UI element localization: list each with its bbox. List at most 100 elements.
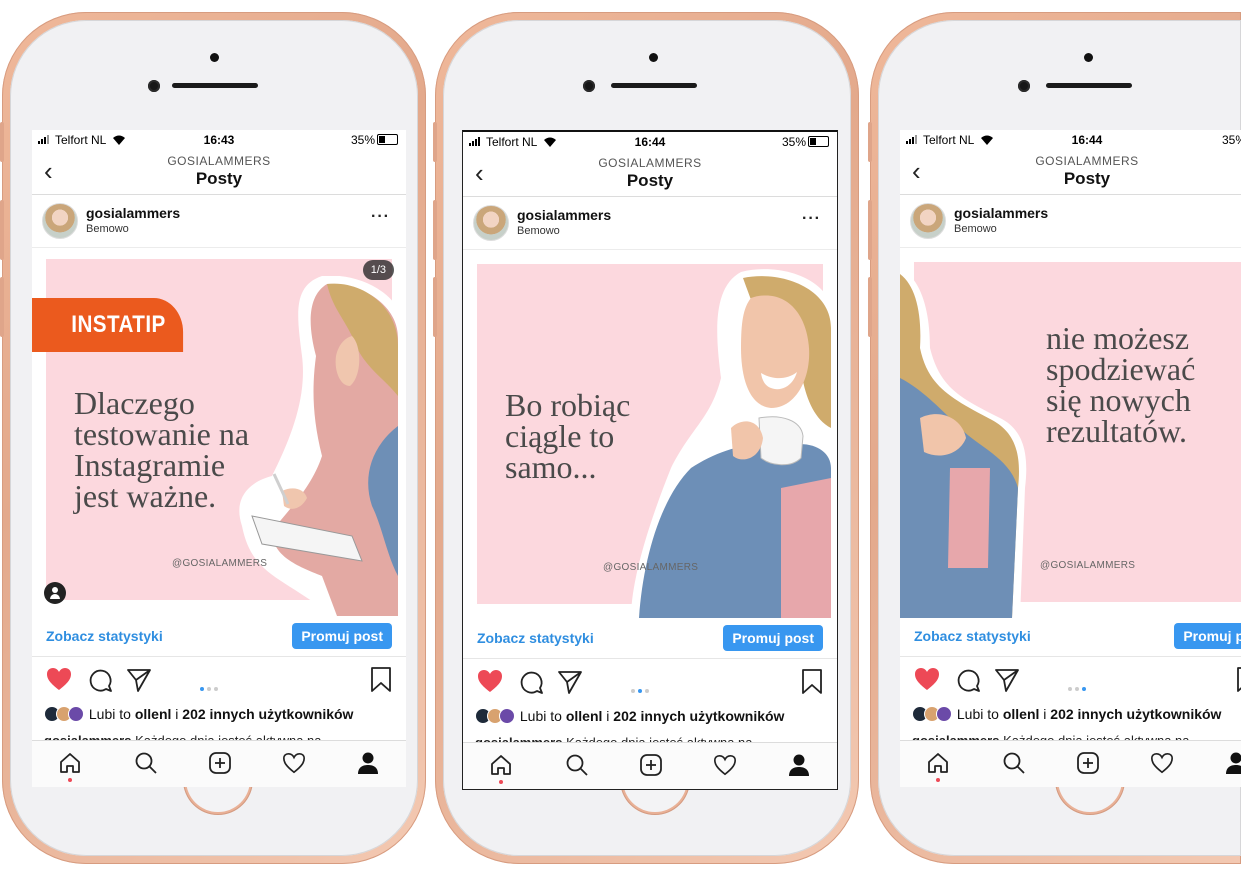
likes-user[interactable]: ollenl <box>566 708 603 724</box>
search-icon[interactable] <box>134 751 158 775</box>
likes-middle: i <box>606 708 610 724</box>
more-options-icon[interactable]: ··· <box>371 208 390 226</box>
slide-handle: @GOSIALAMMERS <box>603 562 699 573</box>
battery-icon <box>808 136 829 147</box>
share-icon[interactable] <box>994 667 1020 693</box>
likes-user[interactable]: ollenl <box>135 706 172 722</box>
clock: 16:44 <box>634 135 666 149</box>
heart-filled-icon[interactable] <box>477 669 503 693</box>
home-icon[interactable] <box>58 751 82 775</box>
promote-button[interactable]: Promuj post <box>292 623 392 649</box>
comment-icon[interactable] <box>955 667 981 693</box>
likes-others[interactable]: 202 innych użytkowników <box>182 706 353 722</box>
nav-bar: ‹ GOSIALAMMERS Posty <box>900 150 1241 195</box>
post-location[interactable]: Bemowo <box>86 223 129 235</box>
add-post-icon[interactable] <box>208 751 232 775</box>
active-tab-dot <box>936 778 940 782</box>
front-sensor <box>1084 53 1093 62</box>
share-icon[interactable] <box>557 669 583 695</box>
profile-icon[interactable] <box>1224 751 1241 775</box>
profile-icon[interactable] <box>787 753 811 777</box>
chevron-left-icon[interactable]: ‹ <box>44 156 53 186</box>
insights-row: Zobacz statystyki Promuj post <box>463 618 837 659</box>
chevron-left-icon[interactable]: ‹ <box>475 158 484 188</box>
post-location[interactable]: Bemowo <box>954 223 997 235</box>
avatar[interactable] <box>42 203 78 239</box>
search-icon[interactable] <box>565 753 589 777</box>
nav-title: Posty <box>626 171 674 190</box>
view-insights-link[interactable]: Zobacz statystyki <box>477 630 594 646</box>
post-image[interactable]: nie możesz spodziewać się nowych rezulta… <box>900 248 1241 618</box>
bookmark-icon[interactable] <box>801 669 823 695</box>
more-options-icon[interactable]: ··· <box>802 210 821 228</box>
search-icon[interactable] <box>1002 751 1026 775</box>
add-post-icon[interactable] <box>639 753 663 777</box>
home-icon[interactable] <box>926 751 950 775</box>
carousel-dots <box>1068 678 1089 696</box>
heart-outline-icon[interactable] <box>282 751 306 775</box>
carousel-dot <box>638 689 642 693</box>
comment-icon[interactable] <box>518 669 544 695</box>
likes-line[interactable]: Lubi to ollenl i 202 innych użytkowników <box>475 708 784 727</box>
carousel-dot <box>1075 687 1079 691</box>
post-username[interactable]: gosialammers <box>86 205 180 221</box>
phone-mockup-1: Telfort NL 16:43 35% ‹ GOSIALAMMERS Post… <box>0 12 426 864</box>
likes-line[interactable]: Lubi to ollenl i 202 innych użytkowników <box>44 706 353 725</box>
share-icon[interactable] <box>126 667 152 693</box>
post-location[interactable]: Bemowo <box>517 225 560 237</box>
bookmark-icon[interactable] <box>370 667 392 693</box>
avatar[interactable] <box>473 205 509 241</box>
heart-filled-icon[interactable] <box>46 667 72 691</box>
likes-prefix: Lubi to <box>88 706 131 722</box>
nav-bar: ‹ GOSIALAMMERS Posty <box>463 152 837 197</box>
heart-filled-icon[interactable] <box>914 667 940 691</box>
slide-text-line: nie możesz <box>1046 320 1190 356</box>
add-post-icon[interactable] <box>1076 751 1100 775</box>
side-button <box>433 277 437 337</box>
likes-user[interactable]: ollenl <box>1003 706 1040 722</box>
avatar[interactable] <box>910 203 946 239</box>
side-button <box>433 122 437 162</box>
likes-middle: i <box>175 706 179 722</box>
post-username[interactable]: gosialammers <box>517 207 611 223</box>
heart-outline-icon[interactable] <box>1150 751 1174 775</box>
clock: 16:43 <box>203 133 235 147</box>
tagged-people-icon[interactable] <box>44 582 66 604</box>
post-image[interactable]: Bo robiąc ciągle to samo... @GOSIALAMMER… <box>463 250 837 618</box>
carousel-dot <box>1082 687 1086 691</box>
side-button <box>0 277 4 337</box>
likes-prefix: Lubi to <box>519 708 562 724</box>
carousel-dot <box>214 687 218 691</box>
likes-others[interactable]: 202 innych użytkowników <box>1050 706 1221 722</box>
likes-others[interactable]: 202 innych użytkowników <box>613 708 784 724</box>
promote-button[interactable]: Promuj post <box>1174 623 1241 649</box>
bookmark-icon[interactable] <box>1236 667 1241 693</box>
likes-line[interactable]: Lubi to ollenl i 202 innych użytkowników <box>912 706 1221 725</box>
home-icon[interactable] <box>489 753 513 777</box>
earpiece-speaker <box>172 83 258 88</box>
slide-text-line: samo... <box>505 449 597 485</box>
post-image[interactable]: INSTATIP Dlaczego testowanie na Instagra… <box>32 248 406 616</box>
battery-icon <box>377 134 398 145</box>
slide-text: Bo robiąc ciągle to samo... <box>505 389 630 485</box>
side-button <box>868 200 872 260</box>
comment-icon[interactable] <box>87 667 113 693</box>
slide-text-line: testowanie na <box>74 416 250 452</box>
slide-text-line: spodziewać <box>1046 351 1196 387</box>
post-username[interactable]: gosialammers <box>954 205 1048 221</box>
slide-text-line: Instagramie <box>74 447 226 483</box>
view-insights-link[interactable]: Zobacz statystyki <box>914 628 1031 644</box>
carousel-dot <box>631 689 635 693</box>
slide-handle: @GOSIALAMMERS <box>172 558 268 569</box>
slide-text: nie możesz spodziewać się nowych rezulta… <box>1046 320 1196 447</box>
carousel-dots <box>200 678 221 696</box>
instagram-screen: Telfort NL 16:44 35% ‹ GOSIALAMMERS Post… <box>462 130 838 790</box>
slide-text: Dlaczego testowanie na Instagramie jest … <box>74 387 250 512</box>
chevron-left-icon[interactable]: ‹ <box>912 156 921 186</box>
battery-percent: 35% <box>350 133 375 147</box>
heart-outline-icon[interactable] <box>713 753 737 777</box>
promote-button[interactable]: Promuj post <box>723 625 823 651</box>
view-insights-link[interactable]: Zobacz statystyki <box>46 628 163 644</box>
instagram-screen: Telfort NL 16:43 35% ‹ GOSIALAMMERS Post… <box>32 130 406 787</box>
profile-icon[interactable] <box>356 751 380 775</box>
